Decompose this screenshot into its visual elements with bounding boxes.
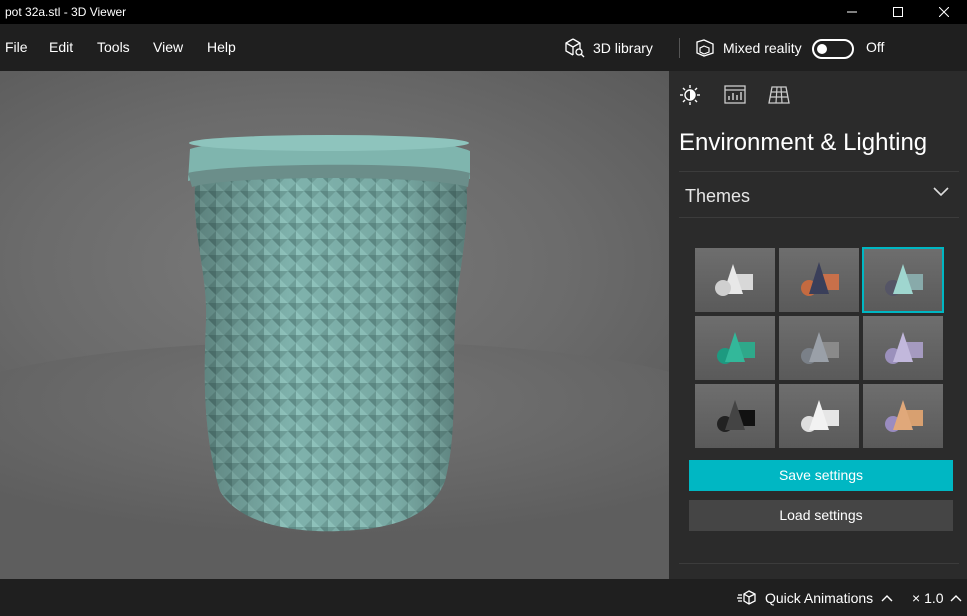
mixed-reality-state: Off <box>866 39 885 55</box>
quick-animations-label: Quick Animations <box>765 589 874 606</box>
3d-library-button[interactable]: 3D library <box>564 24 653 71</box>
tab-grid[interactable] <box>767 83 791 107</box>
window-title: pot 32a.stl - 3D Viewer <box>5 5 127 19</box>
environment-panel: Environment & Lighting Themes Save setti… <box>669 71 967 579</box>
chevron-up-icon <box>881 594 893 602</box>
status-bar: Quick Animations × 1.0 <box>0 579 967 616</box>
divider <box>679 171 959 172</box>
grid-icon <box>768 86 790 104</box>
quick-animations-button[interactable]: Quick Animations <box>737 579 893 616</box>
mixed-reality-icon <box>695 38 715 58</box>
theme-thumbnail[interactable] <box>695 316 775 380</box>
stats-icon <box>724 85 746 104</box>
toggle-knob <box>817 44 827 54</box>
maximize-icon <box>893 7 903 17</box>
divider <box>679 217 959 218</box>
theme-thumbnail[interactable] <box>695 248 775 312</box>
theme-thumbnail[interactable] <box>863 384 943 448</box>
menu-edit[interactable]: Edit <box>49 24 73 71</box>
theme-thumbnail[interactable] <box>862 247 944 313</box>
mixed-reality-label: Mixed reality <box>723 39 802 56</box>
pot-model <box>188 135 470 532</box>
theme-thumbnail[interactable] <box>779 384 859 448</box>
mixed-reality-toggle[interactable] <box>812 39 854 59</box>
maximize-button[interactable] <box>875 0 921 24</box>
tab-stats[interactable] <box>723 83 747 107</box>
panel-title: Environment & Lighting <box>679 129 928 156</box>
load-settings-button[interactable]: Load settings <box>689 500 953 531</box>
menu-view[interactable]: View <box>153 24 183 71</box>
cube-search-icon <box>564 37 585 58</box>
theme-thumbnail[interactable] <box>779 316 859 380</box>
3d-library-label: 3D library <box>593 39 653 56</box>
close-button[interactable] <box>921 0 967 24</box>
menu-file[interactable]: File <box>5 24 28 71</box>
divider <box>679 563 959 564</box>
theme-grid <box>695 247 944 448</box>
theme-thumbnail[interactable] <box>863 316 943 380</box>
mixed-reality-button[interactable]: Mixed reality <box>695 24 802 71</box>
animation-speed-button[interactable]: × 1.0 <box>912 579 962 616</box>
menu-bar: File Edit Tools View Help 3D library Mix… <box>0 24 967 71</box>
3d-viewport[interactable] <box>0 71 669 579</box>
toolbar-divider <box>679 38 680 58</box>
sun-icon <box>680 85 700 105</box>
title-bar: pot 32a.stl - 3D Viewer <box>0 0 967 24</box>
window-controls <box>829 0 967 24</box>
minimize-icon <box>847 11 857 13</box>
close-icon <box>939 7 949 17</box>
menu-help[interactable]: Help <box>207 24 236 71</box>
menu-tools[interactable]: Tools <box>97 24 130 71</box>
theme-thumbnail[interactable] <box>695 384 775 448</box>
chevron-up-icon <box>950 594 962 602</box>
chevron-down-icon <box>933 187 949 197</box>
themes-label: Themes <box>685 186 751 206</box>
save-settings-button[interactable]: Save settings <box>689 460 953 491</box>
animation-cube-icon <box>737 589 757 606</box>
theme-thumbnail[interactable] <box>779 248 859 312</box>
animation-speed-label: × 1.0 <box>912 589 944 606</box>
minimize-button[interactable] <box>829 0 875 24</box>
tab-lighting[interactable] <box>678 83 702 107</box>
